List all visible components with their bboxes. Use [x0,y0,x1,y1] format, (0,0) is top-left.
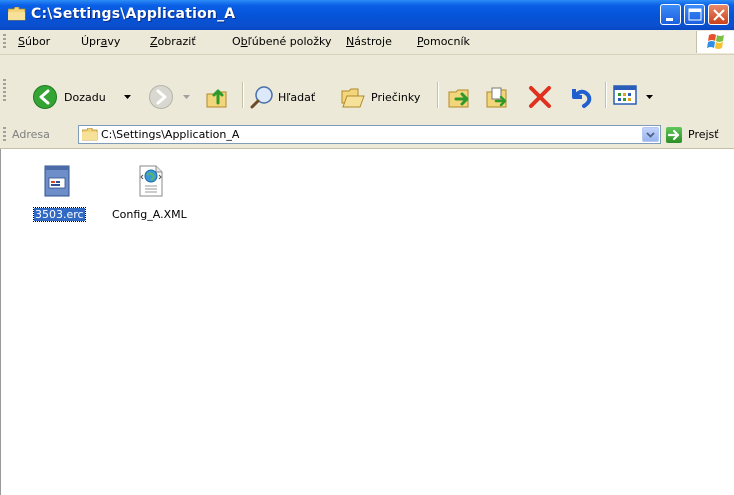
go-button[interactable] [666,127,682,143]
move-to-icon [448,89,469,108]
menu-zobrazit[interactable]: Zobraziť [150,35,196,48]
move-to-button[interactable] [446,83,474,114]
up-folder-button[interactable] [204,83,232,114]
go-label[interactable]: Prejsť [688,128,719,141]
explorer-window: C:\Settings\Application_A Súbor Úpravy Z… [0,0,734,495]
erc-file-icon [44,165,70,197]
back-dropdown-icon[interactable] [124,95,131,100]
toolbar-separator [437,82,439,108]
menu-nastroje[interactable]: Nástroje [346,35,392,48]
address-dropdown-button[interactable] [642,127,659,142]
minimize-icon [666,18,673,21]
close-button[interactable] [708,4,729,25]
file-item[interactable] [44,165,70,200]
copy-to-button[interactable] [484,83,512,114]
undo-icon [572,89,592,108]
xml-file-icon [139,165,163,197]
forward-button[interactable] [148,84,174,113]
maximize-icon [688,8,702,21]
search-label[interactable]: Hľadať [278,91,315,104]
maximize-button[interactable] [684,4,705,25]
address-bar: Adresa C:\Settings\Application_A Prejsť [0,122,734,149]
windows-flag-icon [707,34,724,49]
file-name[interactable]: Config_A.XML [112,208,187,221]
window-title: C:\Settings\Application_A [31,6,236,22]
toolbar-separator [605,82,607,108]
menu-pomocnik[interactable]: Pomocník [417,35,470,48]
delete-button[interactable] [527,84,553,113]
menu-upravy[interactable]: Úpravy [81,35,120,48]
close-icon [713,9,725,21]
forward-arrow-icon [149,85,173,109]
views-icon [613,85,637,105]
views-dropdown-icon[interactable] [646,95,653,100]
chevron-down-icon [646,132,655,138]
search-button[interactable] [250,84,276,113]
folders-button[interactable] [340,85,368,112]
back-arrow-icon [33,85,57,109]
copy-to-icon [486,87,507,108]
menu-bar: Súbor Úpravy Zobraziť Obľúbené položky N… [0,30,734,55]
file-item[interactable] [138,165,164,200]
toolbar-grip[interactable] [3,79,6,103]
file-name[interactable]: 3503.erc [33,207,86,222]
folder-icon [8,7,26,21]
back-button[interactable] [32,84,58,113]
window-border [0,149,1,495]
file-list-view[interactable] [0,149,734,495]
delete-x-icon [529,86,551,108]
folder-icon [82,128,98,141]
views-button[interactable] [613,85,639,110]
forward-dropdown-icon[interactable] [183,95,190,100]
windows-logo [696,31,734,53]
folders-label[interactable]: Priečinky [371,91,420,104]
title-bar[interactable]: C:\Settings\Application_A [0,0,734,30]
address-input[interactable]: C:\Settings\Application_A [78,125,661,144]
addressbar-grip[interactable] [3,127,6,143]
toolbar-separator [242,82,244,108]
folders-icon [341,88,365,108]
undo-button[interactable] [566,83,594,114]
address-label: Adresa [12,128,50,141]
up-folder-icon [206,89,227,108]
back-label[interactable]: Dozadu [64,91,106,104]
go-arrow-icon [667,129,680,141]
menubar-grip[interactable] [3,34,6,50]
address-path: C:\Settings\Application_A [101,128,240,141]
menu-oblubene[interactable]: Obľúbené položky [232,35,332,48]
standard-toolbar: Dozadu Hľadať Priečinky [0,55,734,123]
minimize-button[interactable] [660,4,681,25]
menu-subor[interactable]: Súbor [18,35,50,48]
search-icon [250,86,273,109]
